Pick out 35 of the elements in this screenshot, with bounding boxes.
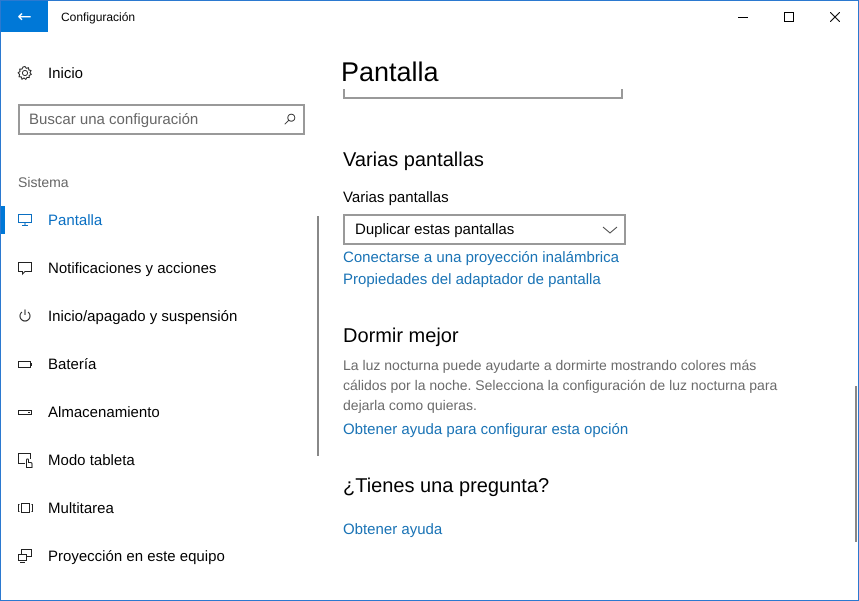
sidebar-item[interactable]: Notificaciones y acciones xyxy=(1,254,317,282)
search-icon xyxy=(283,112,297,126)
window-title: Configuración xyxy=(61,10,136,24)
sidebar-item[interactable]: Batería xyxy=(1,350,317,378)
display-icon xyxy=(17,212,33,228)
search-field[interactable]: Buscar una configuración xyxy=(18,104,305,135)
settings-icon xyxy=(17,65,33,81)
link[interactable]: Conectarse a una proyección inalámbrica xyxy=(343,249,619,266)
tablet-touch-icon xyxy=(17,452,33,468)
link[interactable]: Obtener ayuda para configurar esta opción xyxy=(343,421,628,438)
home-item[interactable]: Inicio xyxy=(1,61,317,85)
sidebar-item[interactable]: Modo tableta xyxy=(1,446,317,474)
sidebar-item[interactable]: Proyección en este equipo xyxy=(1,542,317,570)
page-title: Pantalla xyxy=(341,56,440,88)
section-heading: Dormir mejor xyxy=(343,324,459,349)
field-label: Varias pantallas xyxy=(343,189,449,206)
multitask-icon xyxy=(17,500,33,516)
scrollbar[interactable] xyxy=(855,386,857,542)
back-button[interactable]: ← xyxy=(1,1,48,32)
scrollbar[interactable] xyxy=(317,216,319,456)
power-icon xyxy=(17,308,33,324)
link[interactable]: Propiedades del adaptador de pantalla xyxy=(343,271,601,288)
section-heading: Varias pantallas xyxy=(343,148,484,173)
sidebar-item[interactable]: Inicio/apagado y suspensión xyxy=(1,302,317,330)
sidebar-item[interactable]: Multitarea xyxy=(1,494,317,522)
close-icon xyxy=(830,12,840,22)
projection-icon xyxy=(17,548,33,564)
group-heading: Sistema xyxy=(18,174,70,192)
link[interactable]: Obtener ayuda xyxy=(343,521,442,538)
dropdown[interactable]: Duplicar estas pantallas xyxy=(343,214,626,245)
sidebar-item[interactable]: Almacenamiento xyxy=(1,398,317,426)
speech-bubble-icon xyxy=(17,260,33,276)
description: La luz nocturna puede ayudarte a dormirte mostrando colores más cálidos por la noche. Selecciona la configuración de luz nocturna para dejarla como quieras. xyxy=(343,356,778,415)
section-heading: ¿Tienes una pregunta? xyxy=(343,474,550,499)
maximize-icon xyxy=(784,12,794,22)
